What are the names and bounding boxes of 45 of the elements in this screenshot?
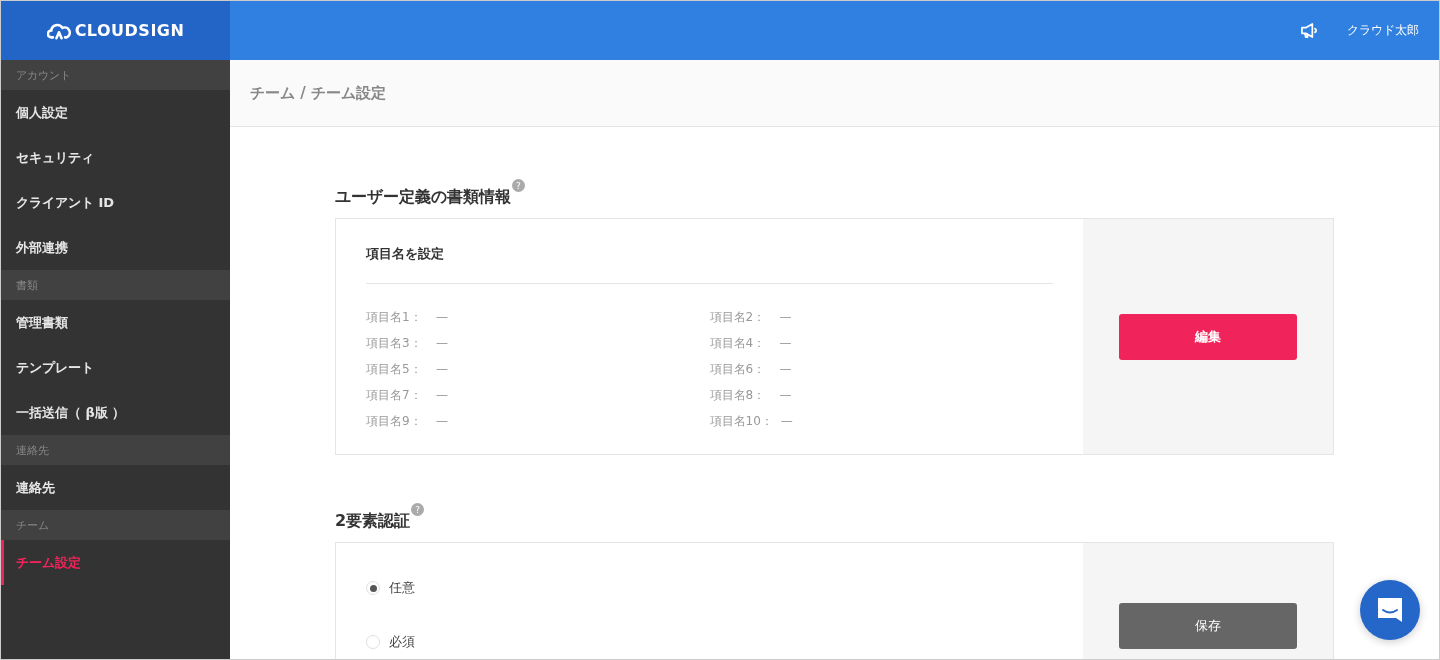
field-label: 項目名2：	[709, 309, 767, 326]
field-value: —	[780, 413, 793, 430]
megaphone-icon[interactable]	[1300, 22, 1319, 39]
field-value: —	[436, 361, 448, 378]
field-label: 項目名8：	[709, 387, 767, 404]
field-label: 項目名4：	[709, 335, 767, 352]
sidebar-item[interactable]: テンプレート	[1, 345, 230, 390]
radio-button[interactable]	[366, 581, 380, 595]
field-value: —	[436, 335, 448, 352]
field-label: 項目名5：	[366, 361, 423, 378]
sidebar-item[interactable]: 外部連携	[1, 225, 230, 270]
sidebar-item[interactable]: クライアント ID	[1, 180, 230, 225]
cloud-icon	[46, 21, 71, 40]
section-title: ユーザー定義の書類情報	[335, 187, 511, 208]
sidebar-section-heading: 連絡先	[1, 435, 230, 465]
breadcrumb: チーム / チーム設定	[250, 83, 386, 103]
field-label: 項目名3：	[366, 335, 423, 352]
sidebar-item[interactable]: 連絡先	[1, 465, 230, 510]
field-value: —	[779, 335, 792, 352]
user-name[interactable]: クラウド太郎	[1347, 22, 1419, 39]
field-value: —	[779, 309, 792, 326]
sidebar-section-heading: アカウント	[1, 60, 230, 90]
sidebar-item[interactable]: セキュリティ	[1, 135, 230, 180]
field-label: 項目名7：	[366, 387, 423, 404]
field-value: —	[779, 387, 792, 404]
radio-label: 必須	[389, 633, 415, 651]
radio-button[interactable]	[366, 635, 380, 649]
sidebar-item[interactable]: 一括送信（ β版 ）	[1, 390, 230, 435]
subsection-title: 項目名を設定	[366, 245, 445, 263]
field-label: 項目名10：	[709, 413, 773, 430]
save-button[interactable]: 保存	[1119, 603, 1297, 649]
edit-button[interactable]: 編集	[1119, 313, 1297, 360]
field-value: —	[436, 387, 448, 404]
field-value: —	[436, 413, 448, 430]
field-label: 項目名1：	[366, 309, 423, 326]
field-label: 項目名9：	[366, 413, 423, 430]
sidebar-item[interactable]: 個人設定	[1, 90, 230, 135]
section-title: 2要素認証	[335, 511, 411, 532]
field-value: —	[436, 309, 448, 326]
sidebar-item[interactable]: 管理書類	[1, 300, 230, 345]
logo[interactable]: CLOUDSIGN	[46, 21, 185, 40]
sidebar-section-heading: 書類	[1, 270, 230, 300]
field-label: 項目名6：	[709, 361, 767, 378]
field-value: —	[779, 361, 792, 378]
radio-label: 任意	[389, 579, 415, 597]
